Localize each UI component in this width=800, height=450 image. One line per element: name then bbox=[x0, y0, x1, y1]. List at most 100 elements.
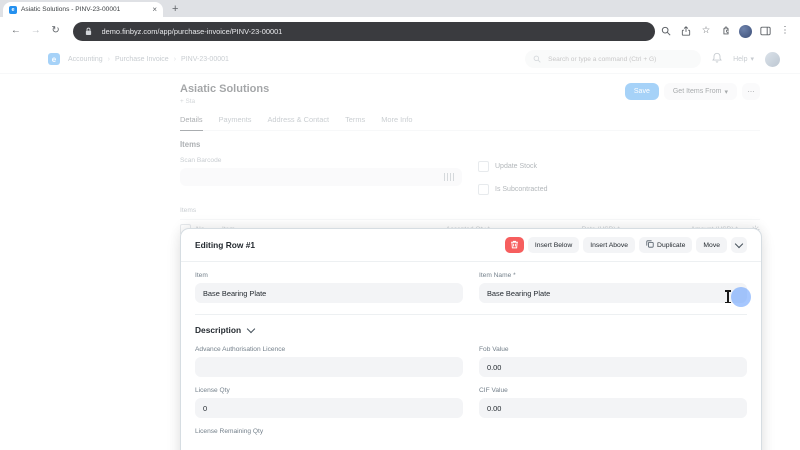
browser-menu-icon[interactable]: ⋮ bbox=[778, 24, 792, 38]
get-items-from-label: Get Items From bbox=[673, 88, 722, 95]
fob-value-input[interactable] bbox=[479, 357, 747, 377]
tab-payments[interactable]: Payments bbox=[219, 115, 252, 130]
advance-authorisation-licence-input[interactable] bbox=[195, 357, 463, 377]
tab-close-icon[interactable]: × bbox=[152, 6, 157, 14]
item-name-field: Item Name * bbox=[479, 272, 747, 303]
tab-details[interactable]: Details bbox=[180, 115, 203, 131]
forward-icon[interactable]: → bbox=[28, 26, 44, 36]
fob-value-label: Fob Value bbox=[479, 346, 747, 353]
collapse-row-button[interactable] bbox=[731, 237, 747, 253]
page-header: Asiatic Solutions + Sta Save Get Items F… bbox=[0, 74, 800, 105]
get-items-from-button[interactable]: Get Items From ▾ bbox=[664, 83, 737, 100]
item-input[interactable] bbox=[195, 283, 463, 303]
new-tab-icon[interactable]: + bbox=[172, 4, 178, 15]
bookmark-star-icon[interactable]: ☆ bbox=[699, 24, 713, 38]
chevron-down-icon bbox=[735, 240, 743, 248]
breadcrumb-item[interactable]: PINV-23-00001 bbox=[181, 56, 229, 63]
item-name-input[interactable] bbox=[479, 283, 747, 303]
favicon: e bbox=[9, 6, 17, 14]
page-header-actions: Save Get Items From ▾ ⋯ bbox=[625, 83, 760, 100]
click-highlight bbox=[731, 287, 751, 307]
breadcrumb: Accounting › Purchase Invoice › PINV-23-… bbox=[68, 56, 229, 63]
browser-profile-avatar[interactable] bbox=[739, 25, 752, 38]
stock-checkboxes: Update Stock Is Subcontracted bbox=[478, 149, 760, 195]
search-icon bbox=[533, 50, 541, 68]
cif-value-input[interactable] bbox=[479, 398, 747, 418]
advance-authorisation-licence-label: Advance Authorisation Licence bbox=[195, 346, 463, 353]
notifications-bell-icon[interactable] bbox=[712, 50, 722, 68]
url-text: demo.finbyz.com/app/purchase-invoice/PIN… bbox=[102, 27, 283, 36]
update-stock-label: Update Stock bbox=[495, 163, 537, 170]
scan-barcode-label: Scan Barcode bbox=[180, 157, 462, 164]
global-search-input[interactable] bbox=[546, 55, 693, 64]
browser-tab[interactable]: e Asiatic Solutions - PINV-23-00001 × bbox=[3, 2, 163, 17]
page-subtitle: + Sta bbox=[180, 98, 269, 105]
is-subcontracted-checkbox[interactable] bbox=[478, 184, 489, 195]
caret-down-icon: ▾ bbox=[724, 88, 728, 96]
barcode-icon bbox=[444, 173, 455, 181]
share-icon[interactable] bbox=[679, 24, 693, 38]
insert-below-button[interactable]: Insert Below bbox=[528, 237, 579, 253]
address-bar[interactable]: demo.finbyz.com/app/purchase-invoice/PIN… bbox=[73, 22, 655, 41]
row-editor-panel: Editing Row #1 Insert Below Insert Above… bbox=[180, 228, 762, 450]
description-section-label: Description bbox=[195, 325, 241, 335]
page-title: Asiatic Solutions bbox=[180, 83, 269, 95]
items-section-title: Items bbox=[180, 140, 760, 149]
chevron-down-icon bbox=[247, 325, 255, 333]
is-subcontracted-label: Is Subcontracted bbox=[495, 186, 548, 193]
scan-barcode-field: Scan Barcode bbox=[180, 149, 462, 195]
license-remaining-qty-field: License Remaining Qty bbox=[195, 428, 463, 439]
scan-barcode-input[interactable] bbox=[180, 168, 462, 186]
duplicate-label: Duplicate bbox=[657, 242, 685, 249]
license-qty-input[interactable] bbox=[195, 398, 463, 418]
browser-window: e Asiatic Solutions - PINV-23-00001 × + … bbox=[0, 0, 800, 450]
more-actions-button[interactable]: ⋯ bbox=[742, 83, 760, 100]
is-subcontracted-checkbox-row[interactable]: Is Subcontracted bbox=[478, 184, 760, 195]
row-editor-actions: Insert Below Insert Above Duplicate Move bbox=[505, 237, 747, 253]
item-label: Item bbox=[195, 272, 463, 279]
side-panel-icon[interactable] bbox=[758, 24, 772, 38]
tab-address-contact[interactable]: Address & Contact bbox=[267, 115, 329, 130]
form-tabs: Details Payments Address & Contact Terms… bbox=[180, 115, 760, 131]
insert-above-button[interactable]: Insert Above bbox=[583, 237, 635, 253]
extensions-puzzle-icon[interactable] bbox=[719, 24, 733, 38]
form-area: Items Scan Barcode Update Stock bbox=[180, 140, 760, 239]
caret-down-icon: ▾ bbox=[750, 55, 754, 63]
refresh-icon[interactable]: ↻ bbox=[48, 26, 64, 36]
license-qty-field: License Qty bbox=[195, 387, 463, 418]
save-button[interactable]: Save bbox=[625, 83, 659, 100]
row-editor-header: Editing Row #1 Insert Below Insert Above… bbox=[181, 229, 761, 262]
help-label: Help bbox=[733, 56, 747, 63]
delete-row-button[interactable] bbox=[505, 237, 524, 253]
browser-toolbar: ← → ↻ demo.finbyz.com/app/purchase-invoi… bbox=[0, 17, 800, 46]
duplicate-button[interactable]: Duplicate bbox=[639, 237, 692, 253]
user-avatar[interactable] bbox=[765, 52, 780, 67]
description-section-toggle[interactable]: Description bbox=[195, 325, 747, 335]
dimmed-page-content: e Accounting › Purchase Invoice › PINV-2… bbox=[0, 45, 800, 239]
navbar-actions: Help ▾ bbox=[525, 50, 780, 68]
row-editor-body: Item Item Name * Description Advance bbox=[181, 262, 761, 450]
tab-terms[interactable]: Terms bbox=[345, 115, 365, 130]
advance-authorisation-licence-field: Advance Authorisation Licence bbox=[195, 346, 463, 377]
global-search[interactable] bbox=[525, 50, 701, 68]
browser-actions: ☆ ⋮ bbox=[659, 24, 792, 38]
search-icon[interactable] bbox=[659, 24, 673, 38]
app-page: e Accounting › Purchase Invoice › PINV-2… bbox=[0, 45, 800, 450]
tab-title: Asiatic Solutions - PINV-23-00001 bbox=[21, 6, 148, 13]
back-icon[interactable]: ← bbox=[8, 26, 24, 36]
update-stock-checkbox[interactable] bbox=[478, 161, 489, 172]
tab-more-info[interactable]: More Info bbox=[381, 115, 412, 130]
move-button[interactable]: Move bbox=[696, 237, 727, 253]
breadcrumb-separator-icon: › bbox=[174, 56, 176, 63]
breadcrumb-item[interactable]: Purchase Invoice bbox=[115, 56, 169, 63]
app-logo[interactable]: e bbox=[48, 53, 60, 65]
items-grid-label: Items bbox=[180, 207, 760, 214]
cif-value-label: CIF Value bbox=[479, 387, 747, 394]
breadcrumb-item[interactable]: Accounting bbox=[68, 56, 103, 63]
cif-value-field: CIF Value bbox=[479, 387, 747, 418]
help-menu[interactable]: Help ▾ bbox=[733, 55, 754, 63]
row-editor-title: Editing Row #1 bbox=[195, 240, 255, 250]
license-qty-label: License Qty bbox=[195, 387, 463, 394]
update-stock-checkbox-row[interactable]: Update Stock bbox=[478, 161, 760, 172]
text-cursor-ibeam bbox=[727, 291, 729, 302]
